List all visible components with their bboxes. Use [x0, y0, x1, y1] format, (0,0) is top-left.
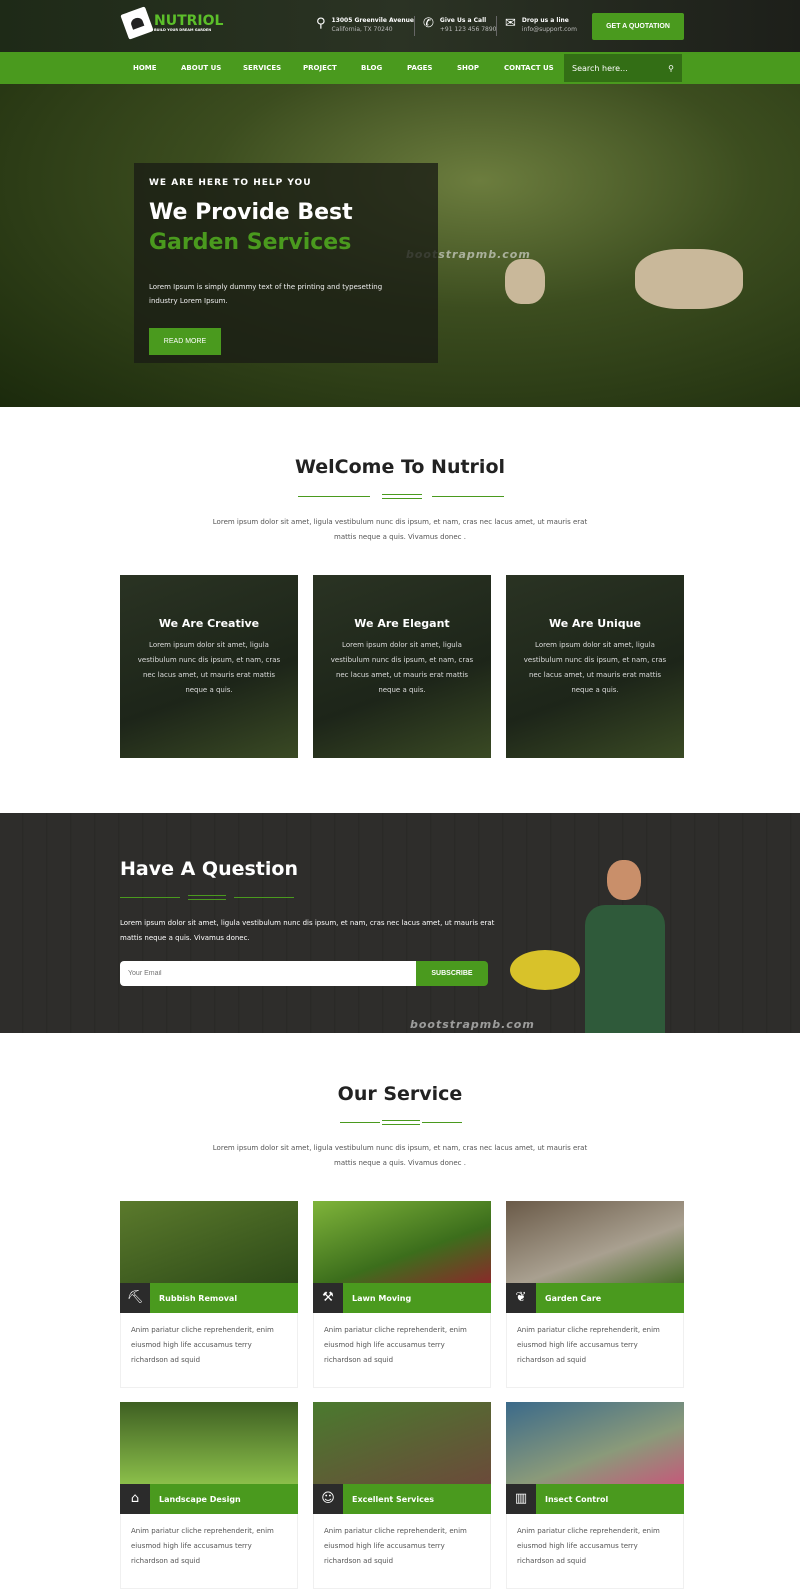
email-info: ✉ Drop us a line info@support.com — [505, 16, 577, 35]
service-card[interactable]: ❦ Garden Care Anim pariatur cliche repreh… — [506, 1201, 684, 1388]
phone-info: ✆ Give Us a Call +91 123 456 7890 — [423, 16, 496, 35]
feature-title: We Are Elegant — [354, 617, 450, 630]
welcome-text: Lorem ipsum dolor sit amet, ligula vesti… — [212, 518, 588, 541]
service-image — [506, 1402, 684, 1484]
services-text: Lorem ipsum dolor sit amet, ligula vesti… — [212, 1144, 588, 1167]
service-icon: ⚒ — [313, 1283, 343, 1313]
feature-text: Lorem ipsum dolor sit amet, ligula vesti… — [330, 641, 474, 694]
read-more-button[interactable]: READ MORE — [149, 328, 221, 355]
nav-project[interactable]: PROJECT — [303, 52, 337, 84]
question-title: Have A Question — [120, 858, 298, 880]
service-name[interactable]: Rubbish Removal — [159, 1294, 237, 1303]
feature-card: We Are Creative Lorem ipsum dolor sit ame… — [120, 575, 298, 758]
title-ornament — [120, 895, 300, 901]
hero-text: Lorem Ipsum is simply dummy text of the … — [149, 283, 383, 305]
service-name[interactable]: Lawn Moving — [352, 1294, 411, 1303]
feature-text: Lorem ipsum dolor sit amet, ligula vesti… — [523, 641, 667, 694]
service-image — [313, 1201, 491, 1283]
feature-text: Lorem ipsum dolor sit amet, ligula vesti… — [137, 641, 281, 694]
email-title: Drop us a line — [521, 17, 569, 24]
sheep-image — [635, 249, 743, 309]
service-image — [313, 1402, 491, 1484]
gardener-image — [510, 860, 680, 1033]
service-icon: ☺ — [313, 1484, 343, 1514]
nav-about-us[interactable]: ABOUT US — [181, 52, 221, 84]
map-pin-icon: ⚲ — [316, 16, 326, 31]
service-card[interactable]: ⌂ Landscape Design Anim pariatur cliche r… — [120, 1402, 298, 1589]
address-info: ⚲ 13005 Greenvile Avenue California, TX 70… — [316, 16, 414, 35]
hero-title-line2: Garden Services — [149, 230, 352, 255]
phone-icon: ✆ — [423, 16, 434, 31]
subscribe-button[interactable]: SUBSCRIBE — [416, 961, 488, 986]
nav-blog[interactable]: BLOG — [361, 52, 382, 84]
watermark: bootstrapmb.com — [410, 1018, 535, 1031]
email-address: info@support.com — [521, 26, 577, 33]
nav-contact-us[interactable]: CONTACT US — [504, 52, 554, 84]
service-card[interactable]: ☺ Excellent Services Anim pariatur cliche… — [313, 1402, 491, 1589]
feature-title: We Are Unique — [549, 617, 641, 630]
phone-title: Give Us a Call — [439, 17, 487, 24]
divider — [496, 16, 497, 36]
sheep-image — [505, 259, 545, 304]
service-icon: ⌂ — [120, 1484, 150, 1514]
feature-card: We Are Elegant Lorem ipsum dolor sit amet… — [313, 575, 491, 758]
feature-title: We Are Creative — [158, 617, 260, 630]
logo-mark-icon — [120, 6, 154, 40]
welcome-title: WelCome To Nutriol — [294, 456, 506, 478]
brand-name: NUTRIOL — [154, 13, 224, 29]
service-icon: ▥ — [506, 1484, 536, 1514]
service-name[interactable]: Insect Control — [545, 1495, 608, 1504]
nav-home[interactable]: HOME — [133, 52, 157, 84]
service-icon: ⛏ — [120, 1283, 150, 1313]
service-image — [506, 1201, 684, 1283]
question-text: Lorem ipsum dolor sit amet, ligula vesti… — [120, 919, 495, 942]
service-name[interactable]: Landscape Design — [159, 1495, 241, 1504]
service-text: Anim pariatur cliche reprehenderit, enim… — [120, 1313, 298, 1388]
title-ornament — [298, 494, 504, 500]
service-card[interactable]: ▥ Insect Control Anim pariatur cliche rep… — [506, 1402, 684, 1589]
email-input[interactable] — [120, 961, 418, 986]
service-card[interactable]: ⚒ Lawn Moving Anim pariatur cliche repreh… — [313, 1201, 491, 1388]
hero-content: WE ARE HERE TO HELP YOU We Provide Best G… — [134, 163, 438, 363]
services-title: Our Service — [337, 1083, 463, 1105]
logo[interactable]: NUTRIOL BUILD YOUR DREAM GARDEN — [120, 6, 224, 40]
hero-title: We Provide Best Garden Services — [149, 198, 423, 258]
envelope-icon: ✉ — [505, 16, 516, 31]
service-card[interactable]: ⛏ Rubbish Removal Anim pariatur cliche re… — [120, 1201, 298, 1388]
service-image — [120, 1201, 298, 1283]
feature-card: We Are Unique Lorem ipsum dolor sit amet,… — [506, 575, 684, 758]
phone-number: +91 123 456 7890 — [439, 26, 497, 33]
search-input[interactable]: Search here... ⚲ — [564, 54, 682, 82]
service-icon: ❦ — [506, 1283, 536, 1313]
nav-pages[interactable]: PAGES — [407, 52, 432, 84]
service-image — [120, 1402, 298, 1484]
nav-services[interactable]: SERVICES — [243, 52, 281, 84]
service-text: Anim pariatur cliche reprehenderit, enim… — [506, 1313, 684, 1388]
title-ornament — [340, 1120, 462, 1126]
address-sub: California, TX 70240 — [331, 26, 393, 33]
nav-shop[interactable]: SHOP — [457, 52, 479, 84]
hero-title-line1: We Provide Best — [149, 200, 353, 225]
divider — [414, 16, 415, 36]
search-placeholder: Search here... — [572, 63, 628, 73]
service-name[interactable]: Excellent Services — [352, 1495, 434, 1504]
get-quotation-button[interactable]: GET A QUOTATION — [592, 13, 684, 40]
address-title: 13005 Greenvile Avenue — [331, 17, 414, 24]
search-icon[interactable]: ⚲ — [668, 64, 674, 73]
hero-kicker: WE ARE HERE TO HELP YOU — [149, 178, 312, 188]
service-name[interactable]: Garden Care — [545, 1294, 601, 1303]
service-text: Anim pariatur cliche reprehenderit, enim… — [313, 1313, 491, 1388]
